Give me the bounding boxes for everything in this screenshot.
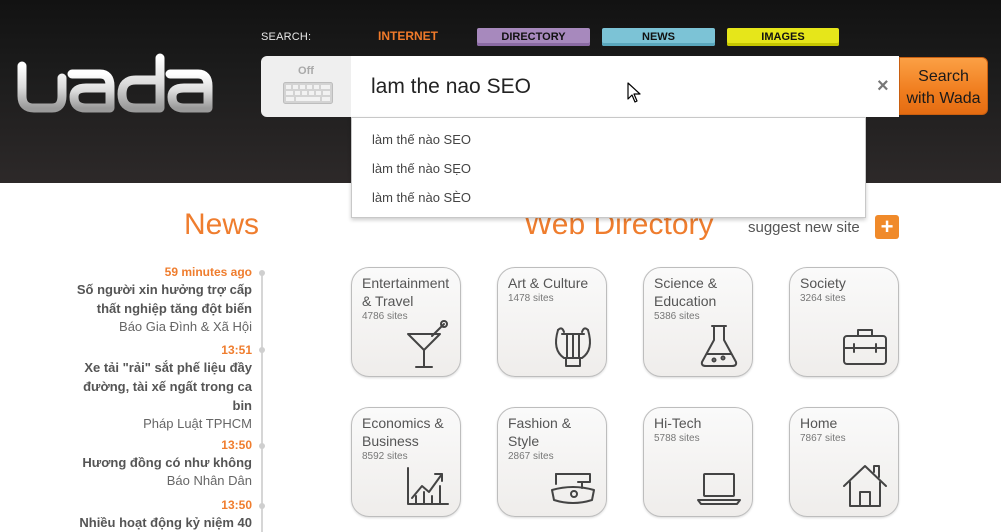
category-card-entertainment[interactable]: Entertainment & Travel 4786 sites: [351, 267, 461, 377]
news-source: Báo Gia Đình & Xã Hội: [119, 319, 252, 334]
category-name: Art & Culture: [508, 275, 589, 291]
mouse-cursor-icon: [627, 82, 641, 103]
category-name: Society: [800, 275, 846, 291]
chart-icon: [407, 467, 449, 505]
sewing-machine-icon: [551, 473, 595, 504]
category-name: Hi-Tech: [654, 415, 702, 431]
search-button-line-1: Search: [918, 68, 969, 85]
category-count: 4786 sites: [362, 311, 408, 322]
wada-logo[interactable]: [14, 52, 224, 118]
search-with-wada-button[interactable]: Search with Wada: [899, 57, 988, 115]
category-name: Fashion & Style: [508, 415, 572, 449]
tab-images[interactable]: IMAGES: [727, 28, 839, 46]
news-headline[interactable]: Xe tải "rải" sắt phế liệu đầy: [83, 358, 252, 377]
news-headline[interactable]: Hương đồng có như không: [82, 453, 252, 472]
category-card-society[interactable]: Society 3264 sites: [789, 267, 899, 377]
search-box: ×: [351, 56, 899, 117]
search-input[interactable]: [371, 72, 851, 102]
category-name: Science & Education: [654, 275, 718, 309]
news-time: 13:50: [221, 438, 252, 452]
suggest-new-site-link[interactable]: suggest new site: [748, 219, 860, 236]
keyboard-icon: [283, 82, 333, 104]
news-time: 59 minutes ago: [164, 265, 252, 279]
news-headline[interactable]: thất nghiệp tăng đột biến: [77, 299, 252, 318]
news-item[interactable]: 13:50 Nhiều hoạt động kỷ niệm 40: [79, 497, 252, 532]
timeline-dot: [259, 443, 265, 449]
cocktail-icon: [407, 320, 448, 368]
news-headline[interactable]: Nhiều hoạt động kỷ niệm 40: [79, 513, 252, 532]
news-timeline-line: [261, 272, 263, 532]
house-icon: [843, 465, 887, 507]
clear-search-button[interactable]: ×: [877, 75, 889, 98]
laptop-icon: [697, 473, 741, 505]
search-label: SEARCH:: [261, 31, 312, 43]
category-count: 8592 sites: [362, 451, 408, 462]
add-site-plus-icon[interactable]: +: [875, 215, 899, 239]
news-time: 13:51: [221, 343, 252, 357]
briefcase-icon: [843, 329, 887, 365]
news-item[interactable]: 13:50 Hương đồng có như không Báo Nhân D…: [82, 437, 252, 489]
category-card-home[interactable]: Home 7867 sites: [789, 407, 899, 517]
news-source: Báo Nhân Dân: [166, 473, 252, 488]
category-count: 1478 sites: [508, 293, 554, 304]
category-card-art-culture[interactable]: Art & Culture 1478 sites: [497, 267, 607, 377]
suggestion-item[interactable]: làm thế nào SẸO: [372, 161, 471, 176]
category-count: 2867 sites: [508, 451, 554, 462]
virtual-keyboard-toggle[interactable]: Off: [261, 56, 351, 117]
category-card-hi-tech[interactable]: Hi-Tech 5788 sites: [643, 407, 753, 517]
news-time: 13:50: [221, 498, 252, 512]
news-headline[interactable]: đường, tài xế ngất trong ca: [83, 377, 252, 396]
category-card-science-education[interactable]: Science & Education 5386 sites: [643, 267, 753, 377]
category-count: 3264 sites: [800, 293, 846, 304]
category-card-fashion-style[interactable]: Fashion & Style 2867 sites: [497, 407, 607, 517]
category-count: 5386 sites: [654, 311, 700, 322]
suggestion-item[interactable]: làm thế nào SÈO: [372, 190, 471, 205]
flask-icon: [700, 325, 738, 367]
timeline-dot: [259, 503, 265, 509]
search-button-line-2: with Wada: [906, 90, 981, 107]
lyre-icon: [555, 327, 591, 367]
category-card-economics-business[interactable]: Economics & Business 8592 sites: [351, 407, 461, 517]
autocomplete-dropdown: làm thế nào SEO làm thế nào SẸO làm thế …: [351, 117, 866, 218]
category-name: Economics & Business: [362, 415, 444, 449]
category-name: Home: [800, 415, 838, 431]
category-count: 5788 sites: [654, 433, 700, 444]
timeline-dot: [259, 270, 265, 276]
news-source: Pháp Luật TPHCM: [143, 416, 252, 431]
news-item[interactable]: 13:51 Xe tải "rải" sắt phế liệu đầy đườn…: [83, 342, 252, 432]
suggestion-item[interactable]: làm thế nào SEO: [372, 132, 471, 147]
news-section-title: News: [184, 208, 260, 241]
news-headline[interactable]: bin: [83, 396, 253, 415]
category-name: Entertainment & Travel: [362, 275, 450, 309]
keyboard-off-label: Off: [298, 65, 314, 77]
timeline-dot: [259, 347, 265, 353]
news-headline[interactable]: Số người xin hưởng trợ cấp: [77, 280, 252, 299]
category-count: 7867 sites: [800, 433, 846, 444]
tab-news[interactable]: NEWS: [602, 28, 715, 46]
news-item[interactable]: 59 minutes ago Số người xin hưởng trợ cấ…: [77, 264, 252, 335]
tab-directory[interactable]: DIRECTORY: [477, 28, 590, 46]
tab-internet[interactable]: INTERNET: [362, 28, 454, 46]
